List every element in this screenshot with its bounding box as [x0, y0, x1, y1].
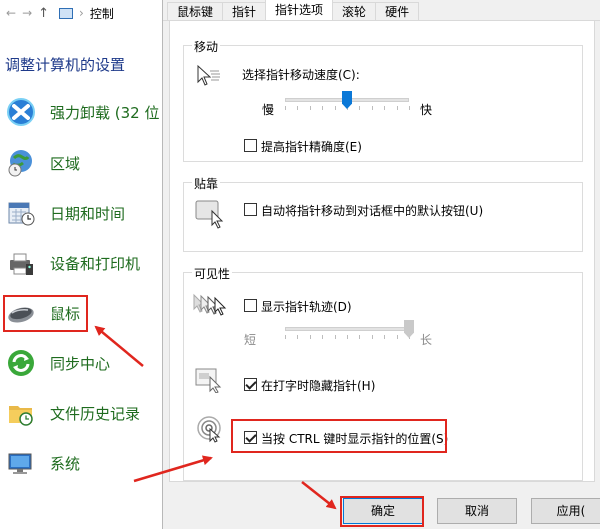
forward-button[interactable]: → — [22, 6, 32, 20]
precision-checkbox[interactable] — [244, 139, 257, 152]
mouse-item-highlight — [3, 295, 88, 332]
slider-tick — [309, 106, 311, 110]
globe-clock-icon — [8, 150, 32, 177]
cp-item-label: 区域 — [50, 154, 81, 173]
slider-tick — [334, 335, 336, 339]
cp-item-devices-printers[interactable]: 设备和打印机 — [6, 248, 166, 278]
sync-icon — [8, 350, 34, 376]
uninstall-icon — [7, 98, 35, 126]
control-panel-icon — [59, 7, 74, 19]
group-title: 贴靠 — [192, 175, 221, 192]
trails-label: 显示指针轨迹(D) — [261, 300, 352, 314]
computer-icon — [8, 453, 32, 474]
precision-label: 提高指针精确度(E) — [261, 140, 362, 154]
ctrl-option-highlight — [231, 419, 447, 453]
cp-item-file-history[interactable]: 文件历史记录 — [6, 398, 166, 428]
slider-tick — [322, 106, 324, 110]
slider-tick — [409, 106, 410, 110]
hide-while-typing-checkbox[interactable] — [244, 378, 257, 391]
breadcrumb[interactable]: 控制 — [90, 5, 114, 22]
tab-hardware[interactable]: 硬件 — [375, 2, 420, 20]
snap-checkbox[interactable] — [244, 203, 257, 216]
group-title: 可见性 — [192, 265, 233, 282]
breadcrumb-separator: › — [79, 6, 84, 20]
trails-slider-track[interactable] — [285, 327, 409, 331]
cp-item-sync-center[interactable]: 同步中心 — [6, 348, 166, 378]
slider-tick — [371, 335, 373, 339]
slider-tick — [359, 106, 361, 110]
hide-pointer-icon — [195, 368, 222, 393]
snap-label: 自动将指针移动到对话框中的默认按钮(U) — [261, 204, 484, 218]
group-title: 移动 — [192, 38, 221, 55]
cp-item-system[interactable]: 系统 — [6, 448, 166, 478]
apply-button[interactable]: 应用( — [531, 498, 600, 524]
motion-group: 移动 选择指针移动速度(C): 慢 快 提高指针精确度(E) — [183, 38, 583, 162]
slider-tick — [322, 335, 324, 339]
ctrl-locate-icon — [197, 416, 221, 443]
cp-item-region[interactable]: 区域 — [6, 148, 166, 178]
slider-tick — [384, 106, 386, 110]
short-label: 短 — [244, 333, 257, 347]
trails-checkbox[interactable] — [244, 299, 257, 312]
slider-tick — [396, 106, 398, 110]
pointer-trails-icon — [193, 293, 227, 316]
tab-pointers[interactable]: 指针 — [222, 2, 267, 20]
tab-buttons[interactable]: 鼠标键 — [167, 2, 224, 20]
slider-tick — [396, 335, 398, 339]
snap-group: 贴靠 自动将指针移动到对话框中的默认按钮(U) — [183, 175, 583, 252]
cancel-button[interactable]: 取消 — [437, 498, 517, 524]
slider-tick — [334, 106, 336, 110]
cp-item-label: 同步中心 — [50, 354, 111, 373]
slider-tick — [359, 335, 361, 339]
printer-icon — [10, 253, 33, 275]
slider-tick — [285, 335, 286, 339]
slider-tick — [309, 335, 311, 339]
snap-to-icon — [195, 200, 224, 229]
pointer-speed-icon — [197, 64, 220, 86]
pointer-options-page: 移动 选择指针移动速度(C): 慢 快 提高指针精确度(E) 贴靠 自动将指针移… — [169, 20, 595, 482]
cp-item-datetime[interactable]: 日期和时间 — [6, 198, 166, 228]
cp-item-label: 系统 — [50, 454, 81, 473]
cp-item-uninstall[interactable]: 强力卸载 (32 位 — [6, 97, 166, 127]
trails-slider-thumb[interactable] — [404, 320, 414, 338]
slider-tick — [285, 106, 286, 110]
tab-pointer-options[interactable]: 指针选项 — [265, 0, 334, 20]
long-label: 长 — [420, 333, 433, 347]
hide-while-typing-label: 在打字时隐藏指针(H) — [261, 379, 376, 393]
calendar-clock-icon — [8, 202, 35, 226]
ok-button-highlight — [340, 496, 424, 527]
slider-tick — [297, 106, 299, 110]
tab-wheel[interactable]: 滚轮 — [332, 2, 377, 20]
cp-item-label: 日期和时间 — [50, 204, 126, 223]
slider-tick — [384, 335, 386, 339]
page-title: 调整计算机的设置 — [5, 56, 126, 74]
slider-tick — [297, 335, 299, 339]
folder-clock-icon — [9, 406, 33, 426]
slow-label: 慢 — [262, 103, 275, 117]
cp-item-label: 文件历史记录 — [50, 404, 141, 423]
slider-tick — [347, 335, 348, 339]
back-button[interactable]: ← — [6, 6, 16, 20]
slider-tick — [371, 106, 373, 110]
cp-item-label: 设备和打印机 — [50, 254, 141, 273]
address-bar: ← → ↑ › 控制 — [0, 0, 170, 26]
speed-slider-thumb[interactable] — [342, 91, 352, 109]
tab-strip: 鼠标键 指针 指针选项 滚轮 硬件 — [163, 0, 600, 21]
fast-label: 快 — [420, 103, 433, 117]
cp-item-label: 强力卸载 (32 位 — [50, 103, 160, 122]
speed-label: 选择指针移动速度(C): — [242, 68, 360, 82]
up-button[interactable]: ↑ — [38, 6, 49, 21]
